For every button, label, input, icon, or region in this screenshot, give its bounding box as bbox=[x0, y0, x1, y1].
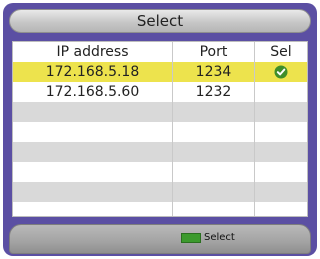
select-key-hint[interactable]: Select bbox=[181, 232, 235, 243]
empty-row bbox=[13, 122, 307, 142]
empty-row bbox=[13, 202, 307, 216]
table-row[interactable]: 172.168.5.60 1232 bbox=[13, 82, 307, 102]
empty-row bbox=[13, 142, 307, 162]
dialog-screen: Select IP address Port Sel 172.168.5.18 … bbox=[3, 3, 317, 256]
table-row-selected[interactable]: 172.168.5.18 1234 bbox=[13, 62, 307, 82]
empty-row bbox=[13, 162, 307, 182]
header-sel: Sel bbox=[270, 44, 292, 60]
row-ip-address: 172.168.5.60 bbox=[13, 82, 173, 102]
footer-bar: Select bbox=[9, 224, 311, 254]
row-sel bbox=[255, 82, 307, 102]
row-port: 1234 bbox=[173, 62, 255, 82]
dialog-title: Select bbox=[9, 9, 311, 33]
header-ip-address: IP address bbox=[13, 42, 173, 62]
empty-row bbox=[13, 182, 307, 202]
check-circle-icon bbox=[274, 65, 288, 79]
row-ip-address: 172.168.5.18 bbox=[13, 62, 173, 82]
header-port: Port bbox=[173, 42, 255, 62]
green-key-icon bbox=[181, 232, 201, 243]
row-sel bbox=[255, 62, 307, 82]
ip-table: IP address Port Sel 172.168.5.18 1234 17… bbox=[12, 41, 308, 217]
row-port: 1232 bbox=[173, 82, 255, 102]
select-key-label: Select bbox=[204, 232, 235, 243]
dialog-title-text: Select bbox=[136, 12, 184, 30]
empty-row bbox=[13, 102, 307, 122]
table-header: IP address Port Sel bbox=[13, 42, 307, 62]
